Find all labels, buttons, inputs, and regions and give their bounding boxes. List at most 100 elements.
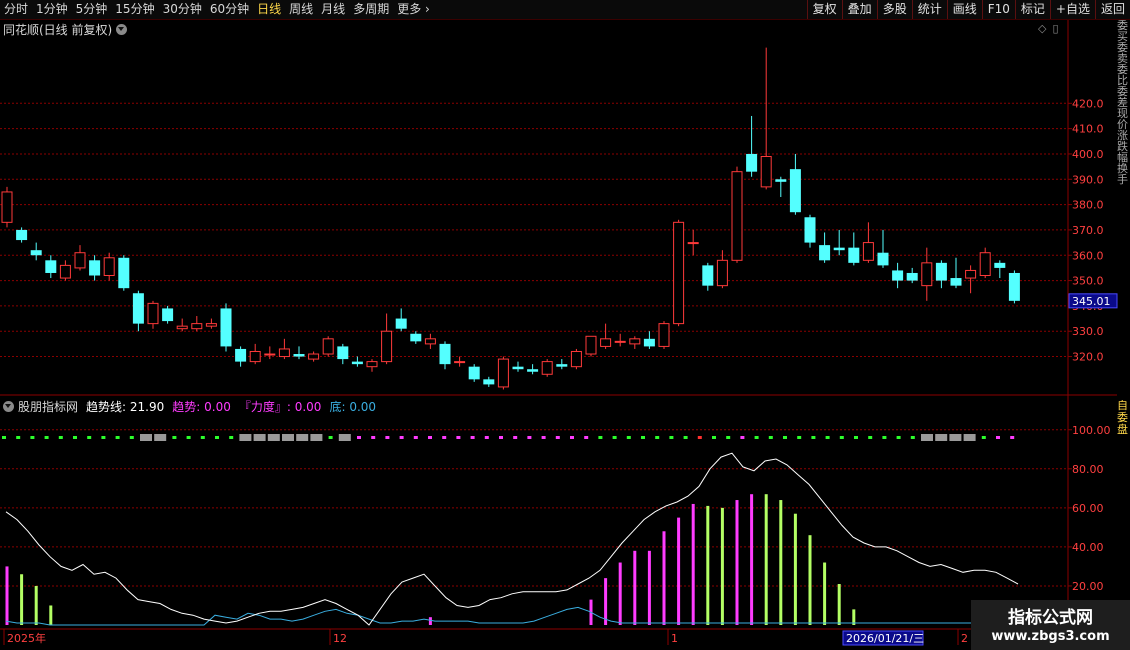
candle-body-19 xyxy=(278,348,290,358)
trend-line-readout: 趋势线: 21.90 xyxy=(86,398,164,415)
candle-body-53 xyxy=(775,179,787,182)
candle-44 xyxy=(643,331,655,349)
candle-body-4 xyxy=(59,264,71,279)
candle-body-2 xyxy=(30,250,42,256)
candle-28 xyxy=(410,331,422,344)
candle-body-11 xyxy=(162,308,174,322)
candle-65 xyxy=(950,257,962,289)
signal-dot-4 xyxy=(58,436,63,439)
indicator-bar-6 xyxy=(604,578,608,625)
candle-body-54 xyxy=(789,169,801,213)
time-label-2: 1 xyxy=(671,632,678,645)
stock-chart[interactable]: 320.0330.0340.0350.0360.0370.0380.0390.0… xyxy=(0,0,1130,650)
signal-dot-32 xyxy=(456,436,461,439)
candle-5 xyxy=(74,245,86,271)
signal-dot-48 xyxy=(683,436,688,439)
candle-36 xyxy=(527,364,539,375)
indicator-tick-label-0: 100.00 xyxy=(1072,424,1111,437)
signal-dot-49 xyxy=(697,436,702,439)
signal-dot-8 xyxy=(115,436,120,439)
indicator-bar-22 xyxy=(837,584,841,625)
candle-body-45 xyxy=(658,323,670,347)
candle-29 xyxy=(424,333,436,349)
candle-15 xyxy=(220,303,232,352)
signal-dot-7 xyxy=(101,436,106,439)
indicator-bar-10 xyxy=(662,531,666,625)
candle-body-9 xyxy=(132,293,144,324)
candle-33 xyxy=(483,376,495,387)
candle-10 xyxy=(147,300,159,329)
price-tick-label-4: 360.0 xyxy=(1072,249,1104,262)
force-value: 0.00 xyxy=(294,400,322,414)
trend-readout: 趋势: 0.00 xyxy=(172,398,231,415)
signal-block-11 xyxy=(154,434,167,441)
indicator-bar-7 xyxy=(618,562,622,625)
signal-dot-34 xyxy=(484,436,489,439)
price-tick-label-10: 420.0 xyxy=(1072,97,1104,110)
candle-22 xyxy=(322,336,334,357)
candle-body-52 xyxy=(760,155,772,188)
candle-body-27 xyxy=(395,318,407,329)
candle-23 xyxy=(337,343,349,365)
signal-dot-58 xyxy=(825,436,830,439)
candle-37 xyxy=(541,359,553,377)
signal-dot-60 xyxy=(854,436,858,439)
candle-body-56 xyxy=(819,245,831,261)
candle-6 xyxy=(89,255,101,281)
signal-dot-9 xyxy=(129,436,134,439)
candle-body-20 xyxy=(293,354,305,357)
candle-42 xyxy=(614,333,626,347)
price-tick-label-5: 370.0 xyxy=(1072,224,1104,237)
price-tick-label-6: 380.0 xyxy=(1072,199,1104,212)
candle-58 xyxy=(848,232,860,266)
candle-35 xyxy=(512,361,524,372)
candle-53 xyxy=(775,176,787,198)
candle-body-60 xyxy=(877,252,889,266)
indicator-bar-17 xyxy=(764,494,768,625)
indicator-strip: 自委盘 xyxy=(1117,400,1128,436)
price-tick-label-3: 350.0 xyxy=(1072,275,1104,288)
signal-dot-55 xyxy=(783,436,787,439)
candle-body-13 xyxy=(191,323,203,330)
signal-dot-30 xyxy=(428,436,432,439)
candle-19 xyxy=(278,338,290,360)
candle-body-23 xyxy=(337,346,349,360)
candle-body-33 xyxy=(483,379,495,385)
cursor-date-label: 2026/01/21/三 xyxy=(846,632,924,645)
candle-body-58 xyxy=(848,247,860,263)
candle-body-7 xyxy=(103,257,115,277)
candle-30 xyxy=(439,341,451,370)
indicator-bar-2 xyxy=(34,585,38,625)
watermark-title: 指标公式网 xyxy=(1008,608,1093,628)
candle-body-37 xyxy=(541,361,553,375)
candle-52 xyxy=(760,47,772,190)
indicator-bar-12 xyxy=(691,503,695,625)
indicator-bar-9 xyxy=(647,550,651,625)
candle-body-40 xyxy=(585,335,597,355)
candle-20 xyxy=(293,346,305,360)
signal-dot-46 xyxy=(655,436,660,439)
price-tick-label-9: 410.0 xyxy=(1072,123,1104,136)
signal-block-10 xyxy=(140,434,152,441)
candle-body-55 xyxy=(804,217,816,243)
signal-dot-64 xyxy=(910,436,915,439)
signal-dot-0 xyxy=(2,436,6,439)
candle-body-22 xyxy=(322,338,334,355)
candle-body-43 xyxy=(629,338,641,345)
candle-body-30 xyxy=(439,343,451,365)
candle-39 xyxy=(570,348,582,370)
candle-46 xyxy=(673,219,685,327)
signal-dot-37 xyxy=(527,436,532,439)
signal-dot-43 xyxy=(612,436,617,439)
price-axis: 320.0330.0340.0350.0360.0370.0380.0390.0… xyxy=(1068,97,1118,364)
price-grid xyxy=(0,20,1117,632)
trend-value: 0.00 xyxy=(204,400,231,414)
candle-body-32 xyxy=(468,366,480,380)
time-label-1: 12 xyxy=(333,632,347,645)
signal-block-18 xyxy=(253,434,266,441)
signal-block-68 xyxy=(963,434,976,441)
indicator-bar-19 xyxy=(793,513,797,625)
chevron-down-icon[interactable] xyxy=(3,401,14,412)
indicator-tick-label-1: 80.00 xyxy=(1072,463,1104,476)
signal-dot-61 xyxy=(868,436,873,439)
